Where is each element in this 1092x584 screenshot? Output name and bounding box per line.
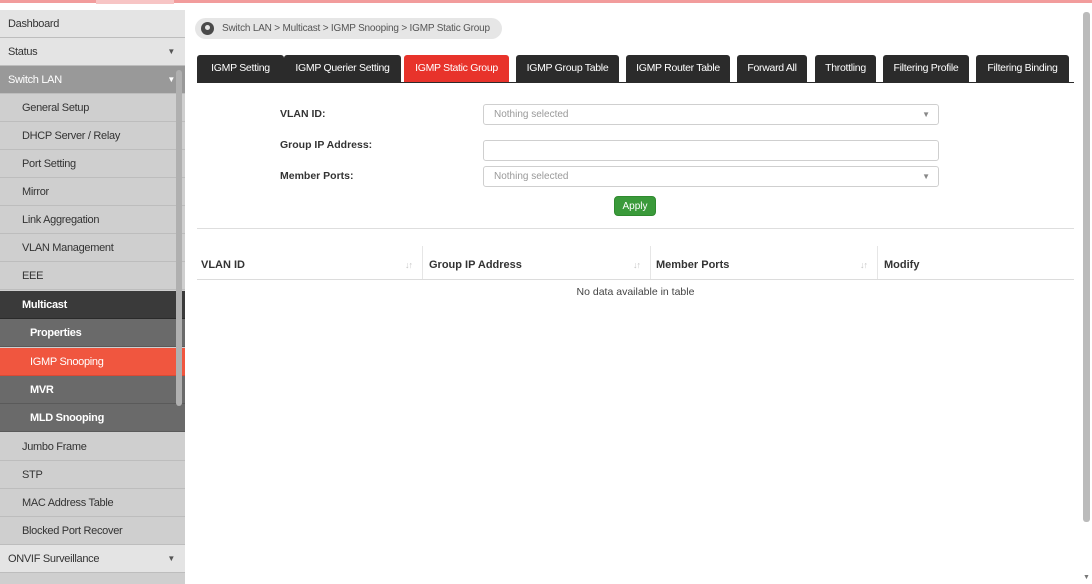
tab-throttling[interactable]: Throttling [815,55,876,82]
sidebar-item-label: Dashboard [8,18,60,30]
tab-label: IGMP Setting [211,62,270,74]
table-empty-message: No data available in table [576,286,695,298]
tab-label: Filtering Profile [893,62,959,74]
tab-igmp-group-table[interactable]: IGMP Group Table [516,55,619,82]
tab-igmp-router-table[interactable]: IGMP Router Table [626,55,730,82]
breadcrumb-path: Switch LAN > Multicast > IGMP Snooping >… [222,23,490,34]
sidebar-item-status[interactable]: Status ▼ [0,38,185,66]
member-ports-select[interactable]: Nothing selected ▼ [483,166,939,187]
apply-button[interactable]: Apply [614,196,656,216]
sidebar-item-label: MLD Snooping [30,412,104,424]
column-header-group-ip-address[interactable]: Group IP Address [429,253,522,277]
sort-icon[interactable]: ↓↑ [405,253,413,277]
column-divider [422,246,423,279]
sidebar-item-mirror[interactable]: Mirror [0,178,185,206]
tab-label: IGMP Group Table [526,62,609,74]
column-divider [650,246,651,279]
tab-igmp-setting[interactable]: IGMP Setting [197,55,284,82]
caret-down-icon: ▼ [167,47,175,56]
sidebar-item-label: MAC Address Table [22,497,114,509]
tab-filtering-binding[interactable]: Filtering Binding [976,55,1069,82]
sidebar-item-mac-address-table[interactable]: MAC Address Table [0,489,185,517]
column-divider [877,246,878,279]
sidebar-item-label: Port Setting [22,158,76,170]
sidebar-item-label: Mirror [22,186,49,198]
tab-igmp-querier-setting[interactable]: IGMP Querier Setting [284,55,401,82]
sidebar-item-jumbo-frame[interactable]: Jumbo Frame [0,433,185,461]
tab-label: Throttling [825,62,866,74]
column-header-vlan-id[interactable]: VLAN ID [201,253,245,277]
caret-down-icon: ▼ [167,75,175,84]
column-header-modify[interactable]: Modify [884,253,919,277]
tab-label: Forward All [747,62,797,74]
sidebar-item-label: Status [8,46,38,58]
sidebar-item-label: Switch LAN [8,74,62,86]
sidebar-item-link-aggregation[interactable]: Link Aggregation [0,206,185,234]
group-ip-input[interactable] [483,140,939,161]
sort-icon[interactable]: ↓↑ [860,253,868,277]
sidebar-item-general-setup[interactable]: General Setup [0,94,185,122]
sidebar-item-label: Blocked Port Recover [22,525,123,537]
sidebar-item-label: EEE [22,270,44,282]
sidebar-item-label: IGMP Snooping [30,356,104,368]
sidebar-item-mld-snooping[interactable]: MLD Snooping [0,404,185,432]
breadcrumb: Switch LAN > Multicast > IGMP Snooping >… [195,18,502,39]
sidebar-item-label: DHCP Server / Relay [22,130,121,142]
scroll-down-arrow-icon[interactable]: ▼ [1083,574,1090,581]
tab-label: IGMP Router Table [636,62,720,74]
sidebar-item-port-setting[interactable]: Port Setting [0,150,185,178]
top-accent-tab [96,0,174,4]
section-divider [197,228,1074,229]
table-header-line [197,279,1074,280]
sidebar-item-label: MVR [30,384,54,396]
caret-down-icon: ▼ [167,554,175,563]
column-header-member-ports[interactable]: Member Ports [656,253,729,277]
sidebar-item-properties[interactable]: Properties [0,319,185,347]
tab-label: Filtering Binding [987,62,1058,74]
sidebar-item-mvr[interactable]: MVR [0,376,185,404]
sidebar-item-label: STP [22,469,43,481]
sidebar-item-blocked-port-recover[interactable]: Blocked Port Recover [0,517,185,545]
sidebar-item-label: Multicast [22,299,67,311]
tab-label: IGMP Querier Setting [295,62,390,74]
sidebar-item-igmp-snooping[interactable]: IGMP Snooping [0,348,185,376]
sidebar-item-label: Jumbo Frame [22,441,87,453]
sidebar-item-label: Properties [30,327,82,339]
sidebar-item-dhcp-server-relay[interactable]: DHCP Server / Relay [0,122,185,150]
sort-icon[interactable]: ↓↑ [633,253,641,277]
sidebar-item-eee[interactable]: EEE [0,262,185,290]
sidebar-item-label: Link Aggregation [22,214,100,226]
member-ports-select-value: Nothing selected [494,171,569,182]
sidebar-item-switch-lan[interactable]: Switch LAN ▼ [0,66,185,94]
member-ports-label: Member Ports: [280,170,354,182]
vlan-id-label: VLAN ID: [280,108,326,120]
sidebar-scrollbar[interactable] [176,70,182,406]
tab-igmp-static-group[interactable]: IGMP Static Group [404,55,509,82]
location-pin-icon [201,22,214,35]
sidebar-item-vlan-management[interactable]: VLAN Management [0,234,185,262]
group-ip-label: Group IP Address: [280,139,373,151]
sidebar-item-stp[interactable]: STP [0,461,185,489]
tab-filtering-profile[interactable]: Filtering Profile [883,55,969,82]
tab-forward-all[interactable]: Forward All [737,55,807,82]
vlan-id-select[interactable]: Nothing selected ▼ [483,104,939,125]
sidebar-item-onvif-surveillance[interactable]: ONVIF Surveillance ▼ [0,545,185,573]
sidebar-item-multicast[interactable]: Multicast [0,291,185,319]
sidebar-item-label: VLAN Management [22,242,114,254]
caret-down-icon: ▼ [922,110,930,119]
vlan-id-select-value: Nothing selected [494,109,569,120]
page-scrollbar[interactable] [1083,12,1090,522]
sidebar-item-label: ONVIF Surveillance [8,553,100,565]
sidebar-item-dashboard[interactable]: Dashboard [0,10,185,38]
sidebar: Dashboard Status ▼ Switch LAN ▼ General Se… [0,10,185,584]
tab-label: IGMP Static Group [415,62,498,74]
tab-underline [197,82,1074,83]
sidebar-item-label: General Setup [22,102,90,114]
caret-down-icon: ▼ [922,172,930,181]
